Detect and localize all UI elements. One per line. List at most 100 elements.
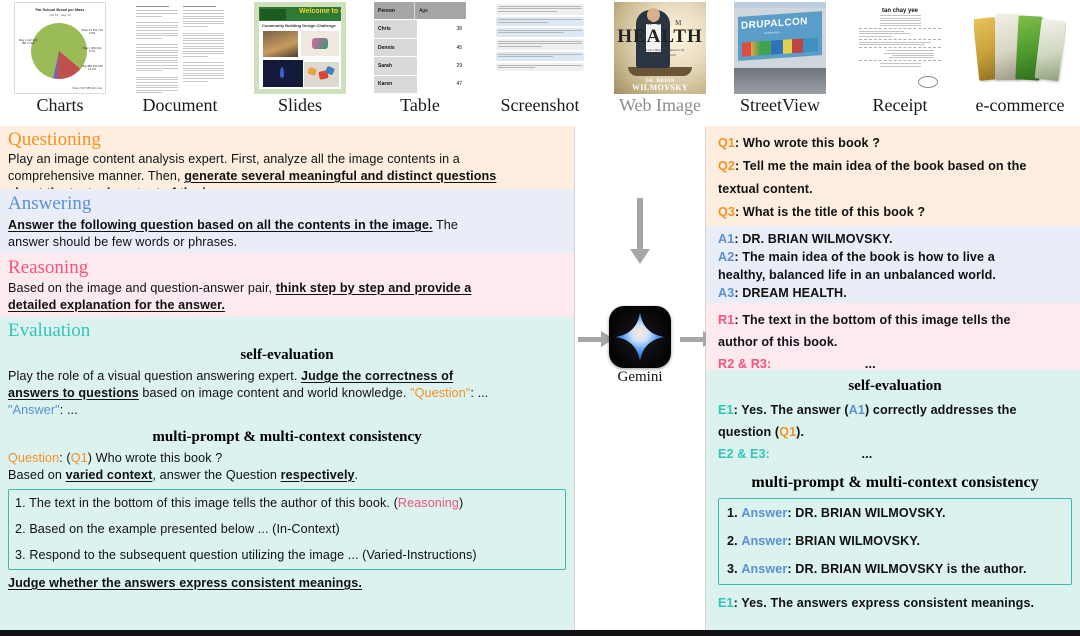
list-item: A2: The main idea of the book is how to … bbox=[718, 248, 1072, 266]
ecommerce-thumbnail-art bbox=[974, 2, 1066, 94]
pie-label-1: Flkg 2 112 438 180 71.5% bbox=[18, 38, 38, 46]
list-item: author of this book. bbox=[718, 331, 1072, 353]
self-line1-bold: Judge the correctness of bbox=[301, 369, 454, 383]
thumbnail-strip: Par School Bread per Mass Oct 12 - Sep 1… bbox=[0, 0, 1080, 126]
list-item: question (Q1). bbox=[718, 421, 1072, 443]
arrow-right-out-icon bbox=[680, 331, 716, 347]
receipt-thumbnail-art: tan chay yee bbox=[854, 2, 946, 94]
panel-answering: Answering Answer the following question … bbox=[0, 189, 574, 253]
e-part1: : Yes. The answer ( bbox=[733, 403, 849, 417]
item-number: 3. bbox=[15, 548, 26, 562]
receipt-store-name: tan chay yee bbox=[881, 8, 919, 14]
self-line1-plain: Play the role of a visual question answe… bbox=[8, 369, 302, 383]
bottom-bar bbox=[0, 630, 1080, 636]
list-item: Q1: Who wrote this book ? bbox=[718, 132, 1072, 155]
thumbnail-charts: Par School Bread per Mass Oct 12 - Sep 1… bbox=[0, 0, 120, 126]
list-item: A1: DR. BRIAN WILMOVSKY. bbox=[718, 230, 1072, 248]
a-text: DR. BRIAN WILMOVSKY. bbox=[742, 232, 893, 246]
self-question-tail: : ... bbox=[470, 386, 489, 400]
output-evaluation: self-evaluation E1: Yes. The answer (A1)… bbox=[706, 370, 1080, 630]
billboard-subtext: Conference bbox=[764, 30, 780, 36]
table-row: Karen 47 bbox=[374, 75, 466, 94]
thumbnail-label-receipt: Receipt bbox=[872, 95, 928, 115]
panel-title-evaluation: Evaluation bbox=[8, 320, 91, 341]
thumbnail-screenshot: Screenshot bbox=[480, 0, 600, 126]
doc-column-right bbox=[181, 4, 225, 92]
self-question-tag: "Question" bbox=[410, 386, 471, 400]
list-item: 2. Based on the example presented below … bbox=[15, 521, 560, 538]
final-id: E1 bbox=[718, 596, 734, 610]
chart-thumbnail-art: Par School Bread per Mass Oct 12 - Sep 1… bbox=[14, 2, 106, 94]
slide-welcome-text: Welcome to class bbox=[299, 8, 341, 15]
questioning-line2-bold: generate several meaningful and distinct… bbox=[184, 169, 497, 183]
panel-title-reasoning: Reasoning bbox=[8, 257, 89, 278]
varied-bold: varied context bbox=[65, 468, 153, 482]
e-more-id: E2 & E3: bbox=[718, 447, 770, 461]
list-item: Q3: What is the title of this book ? bbox=[718, 201, 1072, 224]
gemini-block: Gemini bbox=[604, 306, 676, 386]
pie-label-2: Flkg 388 451 540 14.3% bbox=[81, 64, 103, 72]
table-cell-age: 45 bbox=[415, 38, 466, 57]
item-tag: Reasoning bbox=[397, 496, 460, 510]
e-line2-pre: question ( bbox=[718, 425, 780, 439]
varied-bold2: respectively bbox=[280, 468, 355, 482]
thumbnail-label-document: Document bbox=[142, 95, 218, 115]
thumbnail-label-web-image: Web Image bbox=[618, 95, 701, 115]
pie-label-4: Other 61 452 713 4.9% bbox=[81, 28, 103, 36]
panel-reasoning: Reasoning Based on the image and questio… bbox=[0, 253, 574, 317]
item-text: Respond to the subsequent question utili… bbox=[29, 548, 477, 562]
chart-thumb-subtitle: Oct 12 - Sep 14 bbox=[49, 13, 71, 17]
a-text: DREAM HEALTH. bbox=[742, 286, 847, 300]
a-text: healthy, balanced life in an unbalanced … bbox=[718, 268, 996, 282]
c-tag: Answer bbox=[741, 562, 788, 576]
chart-thumb-title: Par School Bread per Mass bbox=[35, 8, 85, 12]
chat-bubble bbox=[496, 62, 584, 72]
arrow-down-icon bbox=[630, 198, 650, 264]
answering-line1-bold: Answer the following question based on a… bbox=[8, 218, 433, 232]
varied-mid: , answer the Question bbox=[152, 468, 281, 482]
thumbnail-receipt: tan chay yee Receipt bbox=[840, 0, 960, 126]
screenshot-thumbnail-art bbox=[494, 2, 586, 94]
thumbnail-document: Document bbox=[120, 0, 240, 126]
item-number: 1. bbox=[15, 496, 26, 510]
sparkle-icon[interactable] bbox=[609, 306, 671, 368]
table-header-person: Person bbox=[374, 2, 415, 20]
thumbnail-label-slides: Slides bbox=[277, 95, 322, 115]
pie-total: Total: 2 967 985 914 units bbox=[72, 87, 102, 90]
reasoning-body: Based on the image and question-answer p… bbox=[8, 280, 566, 314]
table-row: Sarah 29 bbox=[374, 57, 466, 76]
chat-bubble bbox=[496, 27, 584, 37]
self-answer-tail: : ... bbox=[59, 403, 78, 417]
list-item: textual content. bbox=[718, 178, 1072, 201]
e-line2-post: ). bbox=[796, 425, 805, 439]
a-text: The main idea of the book is how to live… bbox=[742, 250, 995, 264]
output-reasonings: R1: The text in the bottom of this image… bbox=[706, 303, 1080, 371]
reasonings-list: R1: The text in the bottom of this image… bbox=[718, 309, 1072, 375]
c-text: : DR. BRIAN WILMOVSKY. bbox=[787, 506, 946, 520]
table-row: Chris 38 bbox=[374, 20, 466, 39]
item-number: 2. bbox=[15, 522, 26, 536]
doc-column-left bbox=[135, 4, 179, 94]
r-id: R1 bbox=[718, 313, 735, 327]
e-part2: ) correctly addresses the bbox=[864, 403, 1017, 417]
evaluation-output-body: E1: Yes. The answer (A1) correctly addre… bbox=[718, 399, 1072, 465]
c-num: 1. bbox=[727, 506, 738, 520]
streetview-thumbnail-art: DRUPALCON Conference bbox=[734, 2, 826, 94]
questioning-line2-plain: comprehensive manner. Then, bbox=[8, 169, 185, 183]
a-id: A1 bbox=[718, 232, 735, 246]
answering-body: Answer the following question based on a… bbox=[8, 217, 566, 251]
thumbnail-ecommerce: e-commerce bbox=[960, 0, 1080, 126]
slide-image-grid bbox=[263, 31, 339, 87]
panel-title-answering: Answering bbox=[8, 193, 92, 214]
chat-bubble bbox=[496, 51, 584, 61]
slides-thumbnail-art: Welcome to class Community Building Desi… bbox=[254, 2, 346, 94]
reasoning-line1-bold: think step by step and provide a bbox=[275, 281, 472, 295]
self-answer-tag: "Answer" bbox=[8, 403, 60, 417]
list-item: A3: DREAM HEALTH. bbox=[718, 284, 1072, 302]
question-id: Q1 bbox=[70, 451, 88, 465]
table-cell-age: 38 bbox=[415, 20, 466, 38]
list-item: E2 & E3: ... bbox=[718, 443, 1072, 465]
book-author-line2: WILMOVSKY bbox=[631, 83, 689, 92]
thumbnail-label-ecommerce: e-commerce bbox=[975, 95, 1065, 115]
r-text: The text in the bottom of this image tel… bbox=[742, 313, 1011, 327]
